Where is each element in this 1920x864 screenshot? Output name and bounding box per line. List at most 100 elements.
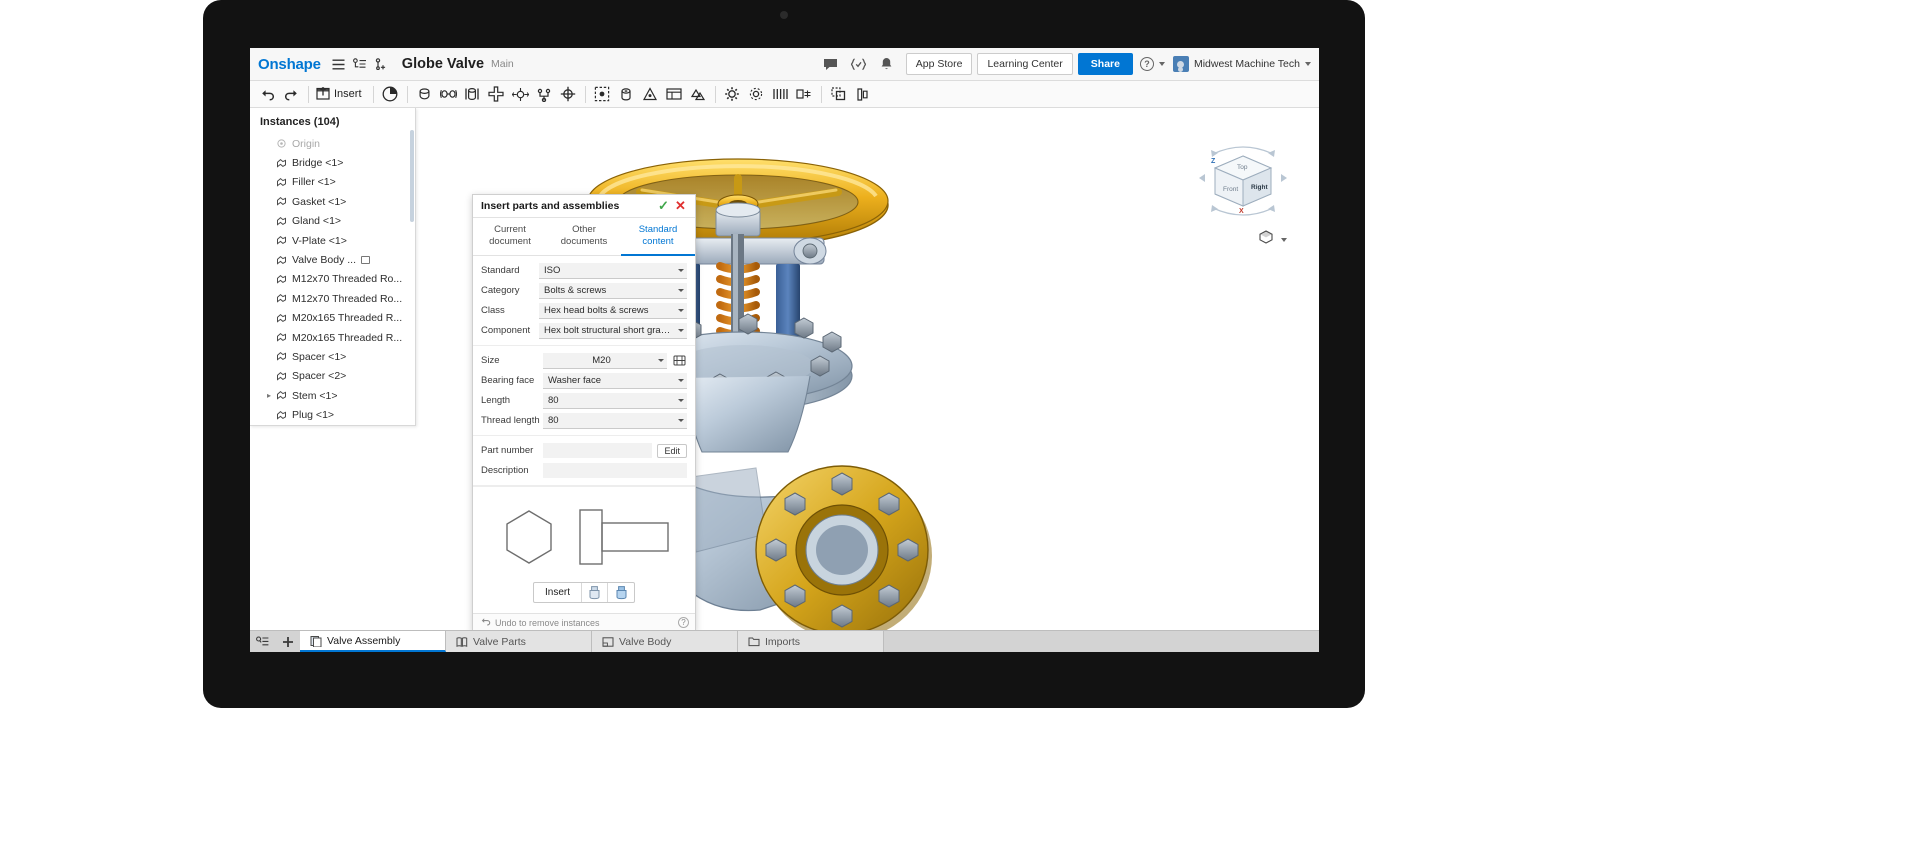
circular-pattern-icon[interactable] xyxy=(793,83,816,106)
insert-assembly-icon[interactable] xyxy=(608,583,634,602)
standard-select[interactable]: ISO xyxy=(539,262,687,279)
tab-other-documents[interactable]: Other documents xyxy=(547,218,621,255)
code-checks-icon[interactable] xyxy=(847,53,871,75)
derived-badge-icon xyxy=(361,256,371,265)
transform-icon[interactable] xyxy=(827,83,850,106)
list-item[interactable]: Bridge <1> xyxy=(250,153,415,172)
edit-part-number-button[interactable]: Edit xyxy=(657,443,687,458)
tab-current-document[interactable]: Current document xyxy=(473,218,547,255)
list-item[interactable]: M12x70 Threaded Ro... xyxy=(250,270,415,289)
fastened-mate-icon[interactable] xyxy=(615,83,638,106)
onshape-logo[interactable]: Onshape xyxy=(258,56,321,73)
list-item[interactable]: Plug <1> xyxy=(250,405,415,424)
description-input[interactable] xyxy=(543,463,687,478)
undo-icon[interactable] xyxy=(256,83,279,106)
list-item[interactable]: Gasket <1> xyxy=(250,192,415,211)
pin-slot-mate-icon[interactable] xyxy=(591,83,614,106)
class-select[interactable]: Hex head bolts & screws xyxy=(539,302,687,319)
part-number-input[interactable] xyxy=(543,443,653,458)
gear-mate-icon[interactable] xyxy=(721,83,744,106)
list-item[interactable]: M12x70 Threaded Ro... xyxy=(250,289,415,308)
assemble-icon[interactable] xyxy=(379,83,402,106)
tab-valve-assembly[interactable]: Valve Assembly xyxy=(300,631,446,652)
slider-mate-icon[interactable] xyxy=(437,83,460,106)
add-tab-icon[interactable] xyxy=(275,631,300,652)
bearing-face-select[interactable]: Washer face xyxy=(543,372,687,389)
bell-icon[interactable] xyxy=(875,53,899,75)
mate-features-icon[interactable] xyxy=(745,83,768,106)
insert-part-icon[interactable] xyxy=(582,583,608,602)
length-select[interactable]: 80 xyxy=(543,392,687,409)
hex-head-preview xyxy=(506,509,552,564)
size-value: M20 xyxy=(592,354,611,366)
app-store-button[interactable]: App Store xyxy=(905,53,973,75)
insert-button[interactable]: Insert xyxy=(534,583,582,602)
component-preview xyxy=(473,486,695,582)
tab-valve-body[interactable]: Valve Body xyxy=(592,631,738,652)
list-item[interactable]: M20x165 Threaded R... xyxy=(250,328,415,347)
display-mode-button[interactable] xyxy=(1259,230,1287,249)
tangent-mate-icon[interactable] xyxy=(557,83,580,106)
bearing-face-value: Washer face xyxy=(548,374,601,386)
bolt-side-preview xyxy=(579,508,669,565)
view-cube-right-label[interactable]: Right xyxy=(1251,184,1268,191)
thread-length-select[interactable]: 80 xyxy=(543,412,687,429)
list-item[interactable]: Spacer <2> xyxy=(250,367,415,386)
list-item[interactable]: M20x165 Threaded R... xyxy=(250,309,415,328)
size-select[interactable]: M20 xyxy=(543,352,667,369)
size-field-row: Size M20 xyxy=(481,351,687,370)
list-item[interactable]: V-Plate <1> xyxy=(250,231,415,250)
view-cube-front-label[interactable]: Front xyxy=(1223,186,1238,193)
insert-tool-button[interactable]: Insert xyxy=(314,83,368,106)
instances-scrollbar[interactable] xyxy=(410,130,414,222)
planar-mate-icon[interactable] xyxy=(485,83,508,106)
user-menu[interactable]: Midwest Machine Tech xyxy=(1172,56,1311,72)
help-button[interactable]: ? xyxy=(1139,57,1165,71)
list-item[interactable]: ▸ Stem <1> xyxy=(250,386,415,405)
version-graph-icon[interactable] xyxy=(351,54,369,74)
group-icon[interactable] xyxy=(663,83,686,106)
checkmark-icon[interactable]: ✓ xyxy=(655,198,672,215)
linear-pattern-icon[interactable] xyxy=(769,83,792,106)
tab-valve-parts[interactable]: Valve Parts xyxy=(446,631,592,652)
view-cube-top-label[interactable]: Top xyxy=(1237,164,1247,171)
configure-icon[interactable] xyxy=(672,353,687,368)
description-row: Description xyxy=(481,461,687,480)
part-icon xyxy=(274,390,288,401)
redo-icon[interactable] xyxy=(280,83,303,106)
list-item[interactable]: Spacer <1> xyxy=(250,347,415,366)
list-item[interactable]: Origin xyxy=(250,134,415,153)
add-version-icon[interactable] xyxy=(372,54,390,74)
parallel-mate-icon[interactable] xyxy=(533,83,556,106)
hamburger-menu-icon[interactable] xyxy=(330,54,348,74)
undo-remove-instances[interactable]: Undo to remove instances xyxy=(480,617,678,628)
list-item[interactable]: Filler <1> xyxy=(250,173,415,192)
explode-icon[interactable] xyxy=(851,83,874,106)
document-branch[interactable]: Main xyxy=(491,58,514,70)
list-item[interactable]: Valve Body ... xyxy=(250,250,415,269)
tab-list-icon[interactable] xyxy=(250,631,275,652)
help-icon[interactable]: ? xyxy=(678,617,689,628)
revolute-mate-icon[interactable] xyxy=(413,83,436,106)
workspace: Top Front Right Z X Instances (104) Orig… xyxy=(250,108,1319,630)
ball-mate-icon[interactable] xyxy=(509,83,532,106)
component-select[interactable]: Hex bolt structural short grade C ISO xyxy=(539,322,687,339)
list-item[interactable]: Gland <1> xyxy=(250,212,415,231)
part-icon xyxy=(274,255,288,266)
list-item-label: Spacer <1> xyxy=(292,350,347,363)
cylindrical-mate-icon[interactable] xyxy=(461,83,484,106)
learning-center-button[interactable]: Learning Center xyxy=(977,53,1073,75)
comment-icon[interactable] xyxy=(819,53,843,75)
view-cube[interactable]: Top Front Right Z X xyxy=(1195,136,1291,226)
tab-standard-content[interactable]: Standard content xyxy=(621,218,695,256)
share-button[interactable]: Share xyxy=(1077,53,1133,75)
component-label: Component xyxy=(481,325,531,336)
category-select[interactable]: Bolts & screws xyxy=(539,282,687,299)
replicate-icon[interactable] xyxy=(687,83,710,106)
close-icon[interactable]: ✕ xyxy=(672,198,689,215)
tab-imports[interactable]: Imports xyxy=(738,631,884,652)
mate-connector-icon[interactable] xyxy=(639,83,662,106)
document-title[interactable]: Globe Valve xyxy=(402,56,484,72)
category-value: Bolts & screws xyxy=(544,284,607,296)
expand-chevron-icon[interactable]: ▸ xyxy=(264,391,274,400)
